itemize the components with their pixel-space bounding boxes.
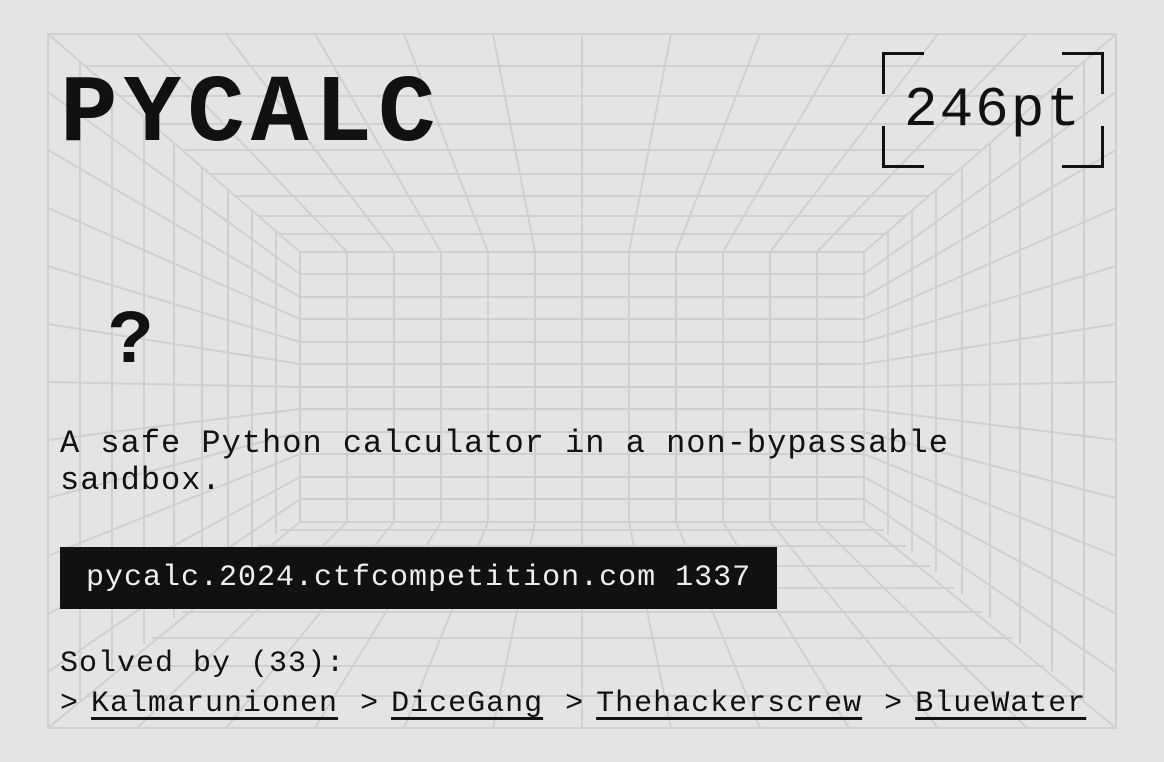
solver-item: > DiceGang [360,687,543,721]
solver-team-link[interactable]: DiceGang [391,687,543,721]
chevron-right-icon: > [360,687,379,721]
bracket-corner-icon [882,126,924,168]
solved-by-prefix: Solved by ( [60,647,269,681]
bracket-corner-icon [1062,52,1104,94]
bracket-corner-icon [882,52,924,94]
bracket-corner-icon [1062,126,1104,168]
solver-item: > Thehackerscrew [565,687,862,721]
solver-team-link[interactable]: BlueWater [915,687,1086,721]
challenge-header: PYCALC 246pt [60,60,1104,169]
challenge-description: A safe Python calculator in a non-bypass… [60,425,1104,499]
solver-item: > BlueWater [884,687,1086,721]
solver-item: > Kalmarunionen [60,687,338,721]
points-badge: 246pt [882,52,1104,168]
solver-list: > Kalmarunionen > DiceGang > Thehackerscrew > B… [60,687,1104,721]
solved-by-count: 33 [269,647,307,681]
chevron-right-icon: > [884,687,903,721]
solver-team-link[interactable]: Thehackerscrew [596,687,862,721]
chevron-right-icon: > [565,687,584,721]
solver-team-link[interactable]: Kalmarunionen [91,687,338,721]
solved-by-suffix: ): [307,647,345,681]
solved-by-header: Solved by (33): [60,647,1104,681]
challenge-attachment-placeholder-icon[interactable]: ? [108,299,1104,385]
chevron-right-icon: > [60,687,79,721]
netcat-target[interactable]: pycalc.2024.ctfcompetition.com 1337 [60,547,777,609]
points-value: 246pt [904,78,1082,142]
challenge-title: PYCALC [60,60,442,169]
